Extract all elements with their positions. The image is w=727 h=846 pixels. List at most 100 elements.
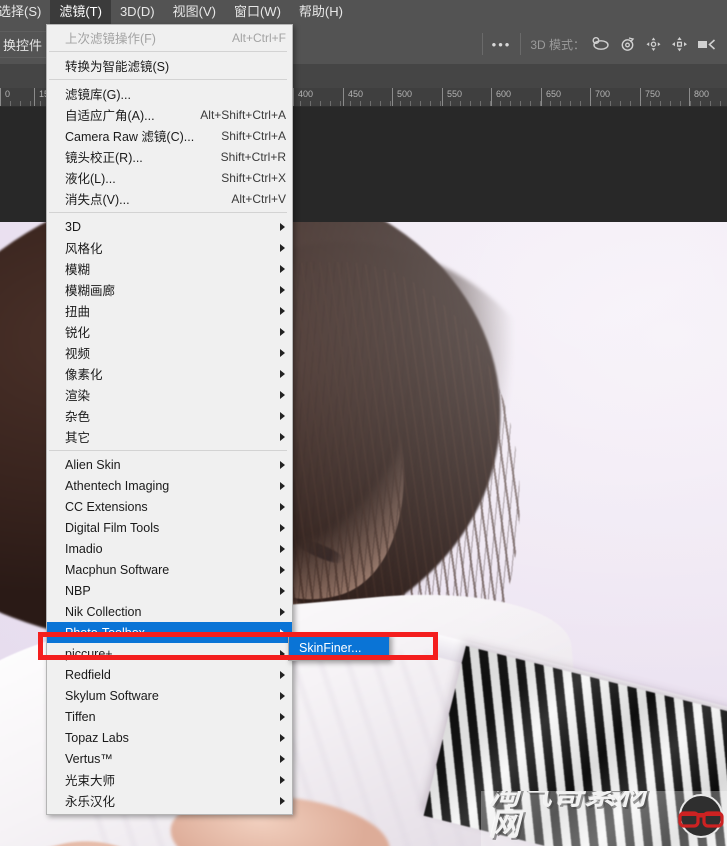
menu-item-skylumsoftware[interactable]: Skylum Software — [47, 685, 292, 706]
menu-item-vertus[interactable]: Vertus™ — [47, 748, 292, 769]
menu-item-视频[interactable]: 视频 — [47, 342, 292, 363]
menu-item-label: CC Extensions — [65, 499, 148, 514]
menu-item-label: 液化(L)... — [65, 172, 116, 186]
chevron-right-icon — [280, 586, 285, 595]
ruler-minor-tick — [720, 101, 721, 106]
menu-item-piccure+[interactable]: piccure+ — [47, 643, 292, 664]
menu-item-消失点v[interactable]: 消失点(V)... Alt+Ctrl+V — [47, 188, 292, 209]
ruler-major-tick — [442, 88, 443, 106]
ruler-minor-tick — [700, 101, 701, 106]
ruler-minor-tick — [370, 101, 371, 106]
photoshop-window: 选择(S) 滤镜(T) 3D(D) 视图(V) 窗口(W) 帮助(H) 换控件 … — [0, 0, 727, 846]
ruler-minor-tick — [40, 101, 41, 106]
menu-item-镜头校正r[interactable]: 镜头校正(R)... Shift+Ctrl+R — [47, 146, 292, 167]
slide-3d-icon[interactable] — [671, 36, 688, 52]
ruler-tick-label: 500 — [397, 89, 413, 99]
menu-separator — [49, 450, 290, 451]
menu-item-杂色[interactable]: 杂色 — [47, 405, 292, 426]
menu-item-label: 消失点(V)... — [65, 193, 130, 207]
zoom-camera-3d-icon[interactable] — [697, 37, 717, 51]
ruler-major-tick — [392, 88, 393, 106]
menu-item-label: NBP — [65, 583, 91, 598]
chevron-right-icon — [280, 481, 285, 490]
chevron-right-icon — [280, 222, 285, 231]
menubar-item-view[interactable]: 视图(V) — [164, 0, 225, 24]
menubar-item-filter[interactable]: 滤镜(T) — [50, 0, 111, 24]
ruler-minor-tick — [20, 101, 21, 106]
menu-item-3d[interactable]: 3D — [47, 216, 292, 237]
ruler-minor-tick — [10, 101, 11, 106]
menu-item-nikcollection[interactable]: Nik Collection — [47, 601, 292, 622]
menu-item-模糊画廊[interactable]: 模糊画廊 — [47, 279, 292, 300]
menu-item-imadio[interactable]: Imadio — [47, 538, 292, 559]
menu-item-模糊[interactable]: 模糊 — [47, 258, 292, 279]
chevron-right-icon — [280, 565, 285, 574]
menu-item-shortcut: Shift+Ctrl+A — [221, 128, 286, 143]
menu-item-其它[interactable]: 其它 — [47, 426, 292, 447]
menu-separator — [49, 79, 290, 80]
menu-item-ccextensions[interactable]: CC Extensions — [47, 496, 292, 517]
menubar-item-window[interactable]: 窗口(W) — [225, 0, 290, 24]
menu-item-滤镜库g[interactable]: 滤镜库(G)... — [47, 83, 292, 104]
menu-item-digitalfilmtools[interactable]: Digital Film Tools — [47, 517, 292, 538]
roll-3d-icon[interactable] — [619, 36, 636, 52]
ruler-minor-tick — [570, 101, 571, 106]
ruler-major-tick — [293, 88, 294, 106]
ruler-minor-tick — [430, 101, 431, 106]
filter-dropdown-menu[interactable]: 上次滤镜操作(F) Alt+Ctrl+F 转换为智能滤镜(S) 滤镜库(G)... 自适… — [46, 24, 293, 815]
ruler-major-tick — [34, 88, 35, 106]
chevron-right-icon — [280, 775, 285, 784]
menu-item-渲染[interactable]: 渲染 — [47, 384, 292, 405]
chevron-right-icon — [280, 712, 285, 721]
ruler-minor-tick — [340, 101, 341, 106]
pan-3d-icon[interactable] — [645, 36, 662, 52]
chevron-right-icon — [280, 544, 285, 553]
menu-item-扭曲[interactable]: 扭曲 — [47, 300, 292, 321]
menu-item-label: Vertus™ — [65, 751, 113, 766]
menu-item-athentechimaging[interactable]: Athentech Imaging — [47, 475, 292, 496]
menu-item-photo-toolbox[interactable]: Photo-Toolbox — [47, 622, 292, 643]
menu-item-label: 永乐汉化 — [65, 795, 116, 809]
more-options-button[interactable]: ••• — [492, 37, 512, 52]
menubar-item-3d[interactable]: 3D(D) — [111, 0, 164, 24]
transform-controls-label[interactable]: 换控件 — [0, 30, 50, 58]
menu-item-label: Nik Collection — [65, 604, 142, 619]
ruler-major-tick — [590, 88, 591, 106]
chevron-right-icon — [280, 523, 285, 532]
watermark-text: 淘气哥素材网 www.tqge.com — [481, 791, 669, 846]
menu-item-redfield[interactable]: Redfield — [47, 664, 292, 685]
menu-item-转换为智能滤镜s[interactable]: 转换为智能滤镜(S) — [47, 55, 292, 76]
menu-item-nbp[interactable]: NBP — [47, 580, 292, 601]
menu-item-cameraraw滤镜c[interactable]: Camera Raw 滤镜(C)... Shift+Ctrl+A — [47, 125, 292, 146]
menu-item-shortcut: Alt+Ctrl+V — [231, 191, 286, 206]
chevron-right-icon — [280, 390, 285, 399]
ruler-minor-tick — [460, 101, 461, 106]
menu-separator — [49, 212, 290, 213]
3d-mode-label: 3D 模式： — [530, 37, 585, 52]
menu-item-macphunsoftware[interactable]: Macphun Software — [47, 559, 292, 580]
menu-item-alienskin[interactable]: Alien Skin — [47, 454, 292, 475]
menubar-item-help[interactable]: 帮助(H) — [290, 0, 352, 24]
menu-item-label: Photo-Toolbox — [65, 625, 145, 640]
menu-item-shortcut: Shift+Ctrl+R — [220, 149, 286, 164]
glasses-logo-icon — [675, 793, 727, 844]
menu-item-锐化[interactable]: 锐化 — [47, 321, 292, 342]
menu-item-液化l[interactable]: 液化(L)... Shift+Ctrl+X — [47, 167, 292, 188]
submenu-item-label: SkinFiner... — [299, 640, 362, 655]
menu-item-像素化[interactable]: 像素化 — [47, 363, 292, 384]
menu-item-自适应广角a[interactable]: 自适应广角(A)... Alt+Shift+Ctrl+A — [47, 104, 292, 125]
orbit-3d-icon[interactable] — [591, 36, 610, 52]
chevron-right-icon — [280, 649, 285, 658]
menu-item-风格化[interactable]: 风格化 — [47, 237, 292, 258]
menu-item-tiffen[interactable]: Tiffen — [47, 706, 292, 727]
menu-item-永乐汉化[interactable]: 永乐汉化 — [47, 790, 292, 811]
menubar-item-select[interactable]: 选择(S) — [0, 0, 50, 24]
ruler-minor-tick — [660, 101, 661, 106]
menu-item-label: 自适应广角(A)... — [65, 109, 155, 123]
submenu-item-skinfiner[interactable]: SkinFiner... — [289, 637, 389, 658]
photo-toolbox-submenu[interactable]: SkinFiner... — [288, 634, 390, 661]
ruler-minor-tick — [310, 101, 311, 106]
menu-item-topazlabs[interactable]: Topaz Labs — [47, 727, 292, 748]
chevron-right-icon — [280, 306, 285, 315]
menu-item-光束大师[interactable]: 光束大师 — [47, 769, 292, 790]
